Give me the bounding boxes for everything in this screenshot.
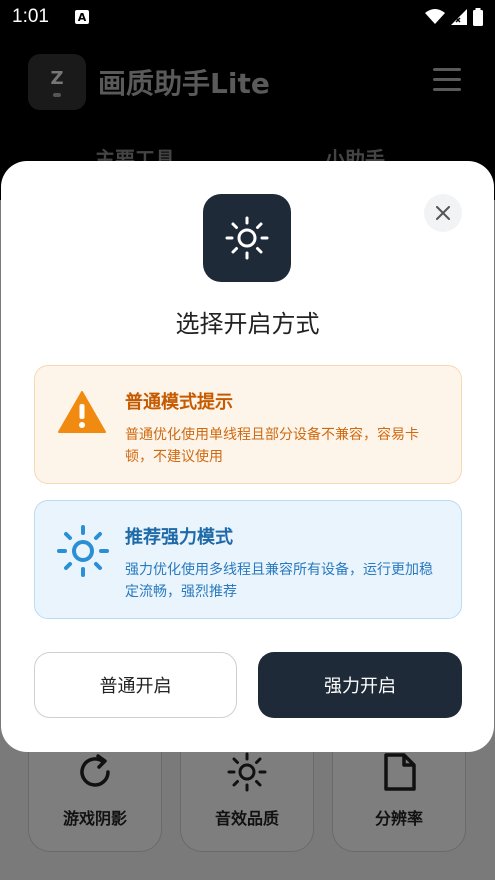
tool-label: 音效品质 <box>214 809 279 828</box>
sun-icon <box>227 752 267 792</box>
wifi-icon <box>425 9 445 24</box>
battery-icon <box>473 8 483 26</box>
close-button[interactable] <box>424 194 462 232</box>
option-strong-mode[interactable]: 推荐强力模式 强力优化使用多线程且兼容所有设备，运行更加稳定流畅，强烈推荐 <box>34 500 462 619</box>
strong-start-button[interactable]: 强力开启 <box>258 652 462 718</box>
option-normal-mode-notice[interactable]: 普通模式提示 普通优化使用单线程且部分设备不兼容，容易卡顿，不建议使用 <box>34 365 462 484</box>
option-description: 普通优化使用单线程且部分设备不兼容，容易卡顿，不建议使用 <box>125 427 419 465</box>
mode-select-dialog: 选择开启方式 普通模式提示 普通优化使用单线程且部分设备不兼容，容易卡顿，不建议… <box>1 161 494 752</box>
menu-icon[interactable] <box>433 68 461 92</box>
app-logo-dot <box>53 92 61 97</box>
close-icon <box>436 206 450 220</box>
status-time: 1:01 <box>12 6 49 27</box>
option-title: 普通模式提示 <box>125 392 233 413</box>
dialog-title: 选择开启方式 <box>175 310 320 338</box>
warning-icon <box>58 391 106 433</box>
tool-label: 游戏阴影 <box>62 809 127 828</box>
app-title: 画质助手Lite <box>98 67 270 100</box>
sun-icon <box>225 216 269 260</box>
dialog-header-icon <box>203 194 291 282</box>
tool-label: 分辨率 <box>374 809 423 828</box>
sun-icon <box>57 525 109 577</box>
file-icon <box>384 753 416 791</box>
refresh-icon <box>80 754 110 787</box>
notification-icon: A <box>74 10 89 24</box>
option-title: 推荐强力模式 <box>125 527 233 548</box>
option-description: 强力优化使用多线程且兼容所有设备，运行更加稳定流畅，强烈推荐 <box>125 562 433 600</box>
signal-icon <box>451 9 467 25</box>
normal-start-button[interactable]: 普通开启 <box>34 652 237 718</box>
app-logo-letter: Z <box>50 67 64 89</box>
app-logo: Z <box>28 54 86 110</box>
status-bar: 1:01 A <box>0 0 495 34</box>
